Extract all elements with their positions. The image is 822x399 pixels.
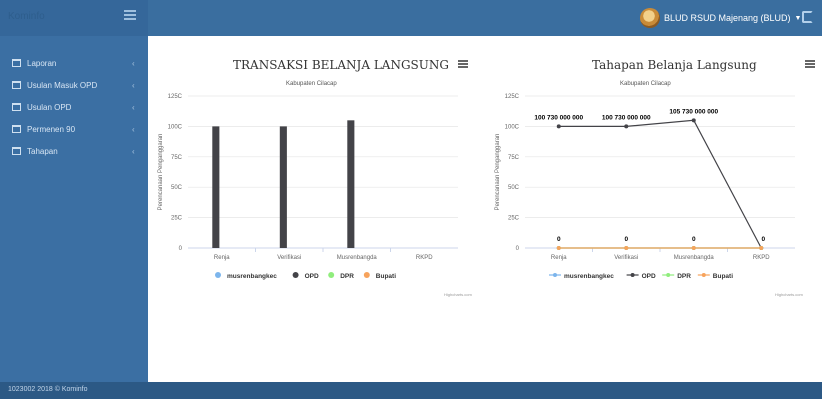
footer: 1023002 2018 © Kominfo	[0, 382, 822, 399]
data-label: 100 730 000 000	[602, 114, 651, 121]
y-tick-label: 100C	[505, 124, 520, 130]
data-label: 100 730 000 000	[534, 114, 583, 121]
bar-chart: Perencanaan Penganggaran 0 25C 50C 75C 100C 12…	[158, 94, 458, 280]
y-tick-label: 50C	[171, 185, 183, 191]
sidebar-item-usulan-masuk-opd[interactable]: Usulan Masuk OPD ‹	[0, 75, 148, 95]
x-tick-label: Verifikasi	[277, 255, 301, 261]
chevron-left-icon: ‹	[132, 102, 135, 112]
legend-marker	[666, 273, 671, 277]
legend-label: Bupati	[376, 273, 396, 280]
legend-label: DPR	[677, 273, 691, 280]
legend-label: musrenbangkec	[227, 273, 277, 280]
legend-label: musrenbangkec	[564, 273, 614, 280]
calendar-icon	[12, 147, 21, 155]
data-label: 0	[761, 236, 765, 243]
point-opd-1	[624, 124, 629, 129]
calendar-icon	[12, 125, 21, 133]
sidebar-item-label: Usulan OPD	[27, 102, 72, 112]
legend-marker	[630, 273, 635, 277]
sidebar-item-label: Permenen 90	[27, 124, 76, 134]
sidebar-item-usulan-opd[interactable]: Usulan OPD ‹	[0, 97, 148, 117]
legend-marker	[701, 273, 706, 277]
chevron-left-icon: ‹	[132, 124, 135, 134]
point-opd-2	[691, 118, 696, 123]
chart-credit: Highcharts.com	[775, 292, 803, 297]
legend-label: Bupati	[713, 273, 733, 280]
x-tick-label: Renja	[551, 255, 567, 261]
y-axis-label: Perencanaan Penganggaran	[158, 134, 164, 211]
point-opd-0	[556, 124, 561, 129]
point-bupati-0	[556, 246, 561, 250]
line-chart: Perencanaan Penganggaran 0 25C 50C 75C 100C 12…	[495, 94, 795, 280]
y-tick-label: 100C	[168, 124, 183, 130]
legend-marker	[363, 272, 370, 278]
bar-opd-1	[279, 126, 287, 248]
chevron-left-icon: ‹	[132, 146, 135, 156]
sidebar-item-label: Tahapan	[27, 146, 58, 156]
calendar-icon	[12, 81, 21, 89]
sidebar-toggle-icon[interactable]	[124, 10, 136, 20]
x-tick-label: Musrenbangda	[337, 255, 378, 261]
data-label: 0	[624, 236, 628, 243]
legend-marker	[553, 273, 557, 277]
legend-label: OPD	[642, 273, 656, 280]
x-tick-label: Renja	[214, 255, 230, 261]
brand-area[interactable]: Kominfo	[0, 0, 148, 36]
point-bupati-2	[691, 246, 696, 250]
legend-label: OPD	[305, 273, 319, 280]
chevron-left-icon: ‹	[132, 58, 135, 68]
data-label: 0	[557, 236, 561, 243]
y-tick-label: 125C	[505, 94, 520, 100]
bar-opd-0	[212, 126, 220, 248]
logout-icon[interactable]	[802, 11, 813, 23]
point-bupati-1	[624, 246, 629, 250]
brand-logo-text: Kominfo	[8, 11, 45, 22]
calendar-icon	[12, 59, 21, 67]
line-chart-panel: Tahapan Belanja Langsung Kabupaten Cilac…	[485, 36, 822, 306]
main-content: TRANSAKSI BELANJA LANGSUNG Kabupaten Cil…	[148, 36, 822, 382]
user-menu[interactable]: BLUD RSUD Majenang (BLUD) ▼	[640, 8, 801, 28]
sidebar-item-label: Laporan	[27, 58, 57, 68]
chevron-down-icon: ▼	[794, 14, 802, 22]
x-tick-label: RKPD	[416, 255, 433, 261]
line-opd	[558, 119, 762, 249]
sidebar-item-label: Usulan Masuk OPD	[27, 80, 98, 90]
x-tick-label: Verifikasi	[614, 255, 638, 261]
legend-marker	[292, 272, 299, 278]
y-tick-label: 50C	[508, 185, 520, 191]
y-tick-label: 125C	[168, 94, 183, 100]
x-tick-label: Musrenbangda	[674, 255, 715, 261]
y-tick-label: 0	[179, 246, 183, 252]
data-label: 105 730 000 000	[669, 108, 718, 115]
point-bupati-3	[759, 246, 764, 250]
data-label: 0	[692, 236, 696, 243]
bar-opd-2	[347, 120, 355, 248]
legend-marker	[215, 272, 221, 278]
chart-credit: Highcharts.com	[444, 292, 472, 297]
legend-marker	[328, 272, 335, 278]
sidebar-item-permenen-90[interactable]: Permenen 90 ‹	[0, 119, 148, 139]
y-tick-label: 75C	[508, 155, 520, 161]
footer-text: 1023002 2018 © Kominfo	[8, 386, 88, 393]
y-axis-label: Perencanaan Penganggaran	[495, 134, 501, 211]
calendar-icon	[12, 103, 21, 111]
sidebar-item-laporan[interactable]: Laporan ‹	[0, 53, 148, 73]
chevron-left-icon: ‹	[132, 80, 135, 90]
y-tick-label: 25C	[171, 216, 183, 222]
user-avatar	[640, 8, 660, 28]
user-name: BLUD RSUD Majenang (BLUD)	[664, 13, 791, 23]
bar-chart-panel: TRANSAKSI BELANJA LANGSUNG Kabupaten Cil…	[148, 36, 485, 306]
y-tick-label: 0	[516, 246, 520, 252]
sidebar: Laporan ‹ Usulan Masuk OPD ‹ Usulan OPD …	[0, 36, 148, 382]
top-navbar: Kominfo BLUD RSUD Majenang (BLUD) ▼	[0, 0, 822, 36]
legend-label: DPR	[340, 273, 354, 280]
y-tick-label: 75C	[171, 155, 183, 161]
x-tick-label: RKPD	[753, 255, 770, 261]
y-tick-label: 25C	[508, 216, 520, 222]
sidebar-item-tahapan[interactable]: Tahapan ‹	[0, 141, 148, 161]
